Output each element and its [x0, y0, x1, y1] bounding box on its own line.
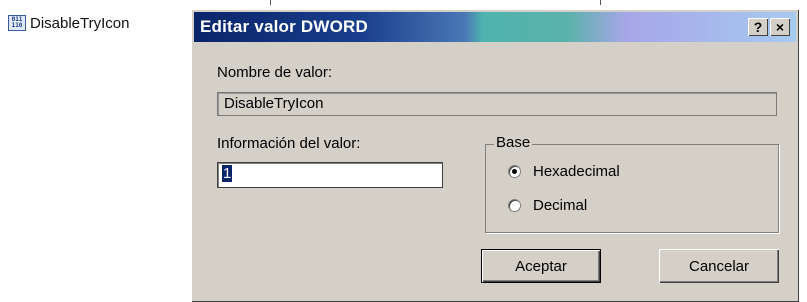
help-icon: ? — [753, 19, 763, 35]
base-group-title: Base — [494, 134, 533, 151]
radio-hexadecimal[interactable]: Hexadecimal — [508, 163, 620, 180]
registry-value-label: DisableTryIcon — [30, 14, 130, 32]
value-name-text: DisableTryIcon — [224, 95, 324, 112]
help-button[interactable]: ? — [748, 18, 768, 36]
radio-hexadecimal-label: Hexadecimal — [533, 163, 620, 180]
value-name-label: Nombre de valor: — [217, 64, 333, 81]
dword-value-icon: 011 110 — [8, 15, 26, 31]
radio-decimal-label: Decimal — [533, 197, 588, 214]
title-bar[interactable]: Editar valor DWORD ? × — [194, 12, 796, 42]
ok-button[interactable]: Aceptar — [481, 249, 601, 283]
dialog-title: Editar valor DWORD — [200, 17, 368, 36]
edit-dword-dialog: Editar valor DWORD ? × Nombre de valor: … — [191, 9, 799, 302]
registry-value-item[interactable]: 011 110 DisableTryIcon — [8, 12, 129, 34]
base-groupbox: Base Hexadecimal Decimal — [485, 134, 779, 233]
value-data-input[interactable]: 1 — [217, 162, 443, 188]
column-tick — [270, 0, 271, 5]
cancel-button[interactable]: Cancelar — [659, 249, 779, 283]
registry-value-list[interactable]: 011 110 DisableTryIcon — [0, 0, 200, 302]
value-name-field[interactable]: DisableTryIcon — [217, 92, 777, 116]
close-button[interactable]: × — [770, 18, 790, 36]
close-icon: × — [775, 19, 785, 35]
value-data-text: 1 — [222, 165, 233, 182]
cancel-button-label: Cancelar — [688, 257, 750, 275]
radio-unchecked-icon[interactable] — [508, 199, 521, 212]
value-data-label: Información del valor: — [217, 135, 361, 152]
radio-decimal[interactable]: Decimal — [508, 197, 587, 214]
column-tick — [600, 0, 601, 5]
ok-button-label: Aceptar — [515, 257, 567, 275]
radio-checked-icon[interactable] — [508, 165, 521, 178]
